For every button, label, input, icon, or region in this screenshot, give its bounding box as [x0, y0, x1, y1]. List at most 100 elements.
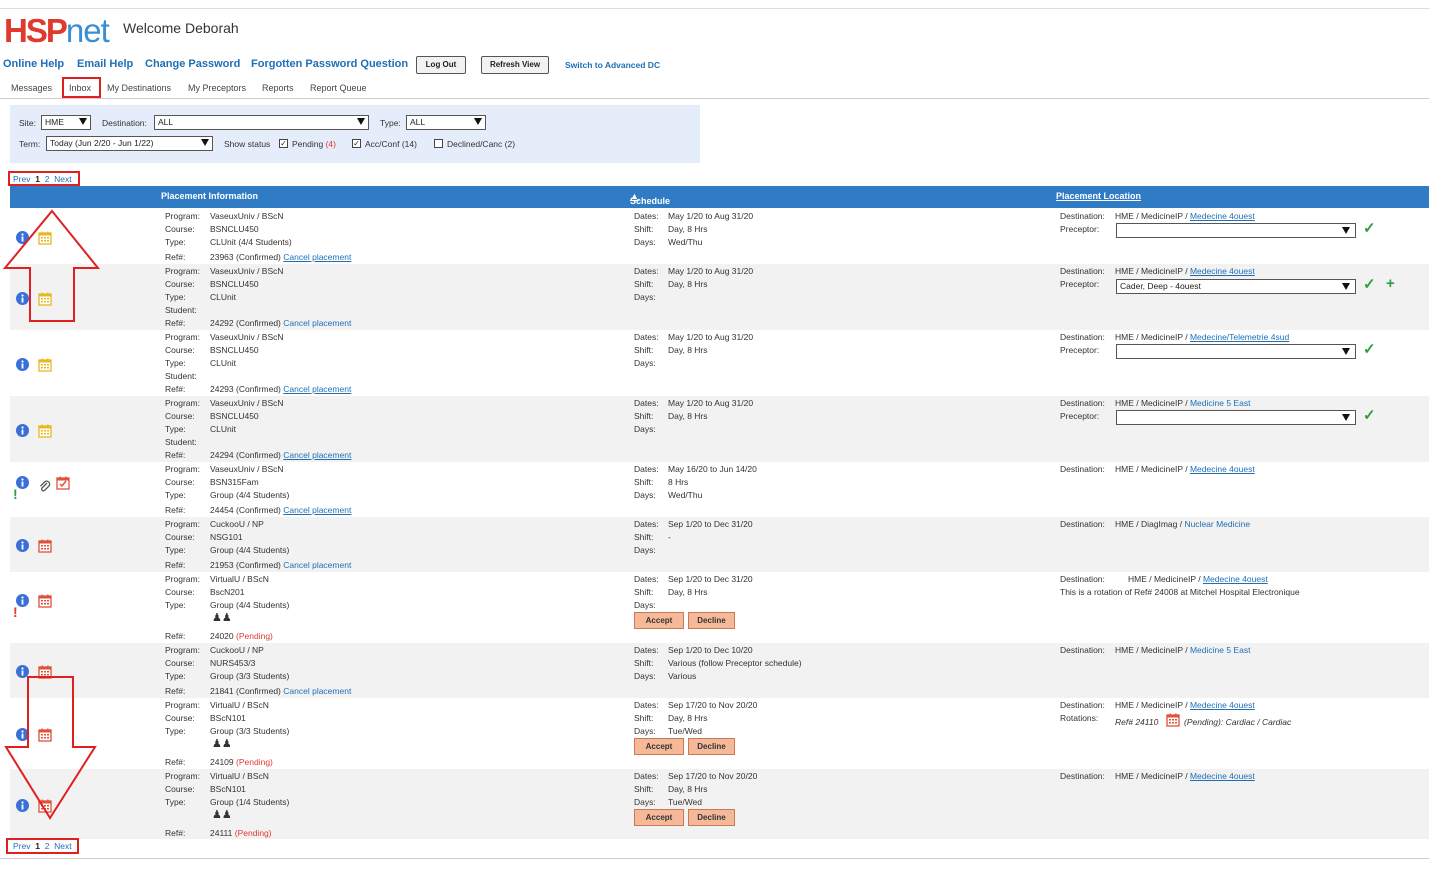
- cancel-placement-link[interactable]: Cancel placement: [283, 450, 351, 460]
- decline-button[interactable]: Decline: [688, 612, 735, 629]
- destination-link[interactable]: Medecine/Telemetrie 4sud: [1190, 332, 1289, 342]
- dates-value: May 1/20 to Aug 31/20: [668, 398, 754, 408]
- ref-value: 23963 (Confirmed) Cancel placement: [210, 252, 352, 262]
- decline-button[interactable]: Decline: [688, 809, 735, 826]
- preceptor-select[interactable]: [1116, 223, 1356, 238]
- pager-top-highlight: [8, 171, 80, 186]
- ref-value: 24292 (Confirmed) Cancel placement: [210, 318, 352, 328]
- calendar-check-icon[interactable]: [56, 476, 70, 490]
- accept-button[interactable]: Accept: [634, 809, 684, 826]
- info-icon[interactable]: [16, 476, 29, 489]
- info-icon[interactable]: [16, 424, 29, 437]
- ref-label: Ref#:: [165, 631, 186, 641]
- days-label: Days:: [634, 600, 656, 610]
- destination-link[interactable]: Medecine 4ouest: [1190, 211, 1255, 221]
- confirm-check-icon[interactable]: ✓: [1363, 406, 1376, 424]
- calendar-icon[interactable]: [1166, 713, 1180, 727]
- cancel-placement-link[interactable]: Cancel placement: [283, 505, 351, 515]
- dates-label: Dates:: [634, 266, 659, 276]
- destination-label: Destination:: [1060, 700, 1105, 710]
- switch-advanced-link[interactable]: Switch to Advanced DC: [565, 60, 660, 70]
- info-icon[interactable]: [16, 539, 29, 552]
- course-label: Course:: [165, 224, 195, 234]
- accept-button[interactable]: Accept: [634, 612, 684, 629]
- cancel-placement-link[interactable]: Cancel placement: [283, 384, 351, 394]
- accconf-checkbox[interactable]: ✓: [352, 139, 361, 148]
- destination-select[interactable]: ALL: [154, 115, 369, 130]
- destination-link[interactable]: Medecine 4ouest: [1190, 464, 1255, 474]
- forgotten-password-link[interactable]: Forgotten Password Question: [251, 58, 408, 70]
- decline-button[interactable]: Decline: [688, 738, 735, 755]
- course-value: BScN101: [210, 784, 246, 794]
- students-icon[interactable]: ♟♟: [212, 613, 232, 624]
- preceptor-select[interactable]: [1116, 344, 1356, 359]
- days-value: Tue/Wed: [668, 726, 703, 736]
- declined-label: Declined/Canc (2): [447, 139, 516, 149]
- destination-link[interactable]: Medecine 4ouest: [1203, 574, 1268, 584]
- destination-value: HME / MedicineIP / Medecine 4ouest: [1115, 266, 1255, 276]
- course-label: Course:: [165, 713, 195, 723]
- students-icon[interactable]: ♟♟: [212, 810, 232, 821]
- col-schedule[interactable]: Schedule ▲: [630, 191, 670, 206]
- course-label: Course:: [165, 477, 195, 487]
- calendar-icon[interactable]: [38, 424, 52, 438]
- attachment-icon[interactable]: [38, 480, 51, 493]
- site-select[interactable]: HME: [41, 115, 91, 130]
- type-select[interactable]: ALL: [406, 115, 486, 130]
- type-label: Type:: [165, 797, 186, 807]
- cancel-placement-link[interactable]: Cancel placement: [283, 252, 351, 262]
- cancel-placement-link[interactable]: Cancel placement: [283, 318, 351, 328]
- refresh-view-button[interactable]: Refresh View: [481, 56, 549, 74]
- destination-link[interactable]: Nuclear Medicine: [1184, 519, 1250, 529]
- program-value: VirtualU / BScN: [210, 574, 269, 584]
- program-value: VirtualU / BScN: [210, 700, 269, 710]
- preceptor-label: Preceptor:: [1060, 345, 1100, 355]
- tab-my-preceptors[interactable]: My Preceptors: [188, 83, 246, 93]
- ref-value: 21841 (Confirmed) Cancel placement: [210, 686, 352, 696]
- welcome-text: Welcome Deborah: [123, 20, 239, 36]
- destination-value: HME / MedicineIP / Medecine 4ouest: [1128, 574, 1268, 584]
- destination-value: HME / MedicineIP / Medecine/Telemetrie 4…: [1115, 332, 1290, 342]
- col-placement-info: Placement Information: [161, 191, 259, 201]
- destination-link[interactable]: Medecine 4ouest: [1190, 700, 1255, 710]
- tab-messages[interactable]: Messages: [11, 83, 52, 93]
- students-icon[interactable]: ♟♟: [212, 739, 232, 750]
- preceptor-select[interactable]: [1116, 410, 1356, 425]
- destination-link[interactable]: Medicine 5 East: [1190, 398, 1250, 408]
- info-icon[interactable]: [16, 358, 29, 371]
- calendar-icon[interactable]: [38, 539, 52, 553]
- calendar-icon[interactable]: [38, 594, 52, 608]
- destination-link[interactable]: Medecine 4ouest: [1190, 266, 1255, 276]
- col-placement-location[interactable]: Placement Location: [1056, 191, 1141, 201]
- tab-my-destinations[interactable]: My Destinations: [107, 83, 171, 93]
- tab-reports[interactable]: Reports: [262, 83, 294, 93]
- declined-checkbox[interactable]: [434, 139, 443, 148]
- calendar-icon[interactable]: [38, 358, 52, 372]
- pending-checkbox[interactable]: ✓: [279, 139, 288, 148]
- add-preceptor-icon[interactable]: +: [1386, 275, 1395, 292]
- confirm-check-icon[interactable]: ✓: [1363, 219, 1376, 237]
- cancel-placement-link[interactable]: Cancel placement: [283, 560, 351, 570]
- cancel-placement-link[interactable]: Cancel placement: [283, 686, 351, 696]
- preceptor-label: Preceptor:: [1060, 224, 1100, 234]
- type-label: Type:: [165, 545, 186, 555]
- type-label: Type:: [165, 358, 186, 368]
- accconf-label: Acc/Conf (14): [365, 139, 417, 149]
- days-label: Days:: [634, 797, 656, 807]
- confirm-check-icon[interactable]: ✓: [1363, 275, 1376, 293]
- destination-label: Destination:: [1060, 332, 1105, 342]
- accept-button[interactable]: Accept: [634, 738, 684, 755]
- change-password-link[interactable]: Change Password: [145, 58, 240, 70]
- program-value: VaseuxUniv / BScN: [210, 266, 284, 276]
- info-icon[interactable]: [16, 594, 29, 607]
- email-help-link[interactable]: Email Help: [77, 58, 133, 70]
- online-help-link[interactable]: Online Help: [3, 58, 64, 70]
- logout-button[interactable]: Log Out: [416, 56, 466, 74]
- destination-link[interactable]: Medecine 4ouest: [1190, 771, 1255, 781]
- program-value: CuckooU / NP: [210, 519, 264, 529]
- destination-link[interactable]: Medicine 5 East: [1190, 645, 1250, 655]
- preceptor-select[interactable]: Cader, Deep - 4ouest: [1116, 279, 1356, 294]
- tab-report-queue[interactable]: Report Queue: [310, 83, 367, 93]
- confirm-check-icon[interactable]: ✓: [1363, 340, 1376, 358]
- term-select[interactable]: Today (Jun 2/20 - Jun 1/22): [46, 136, 213, 151]
